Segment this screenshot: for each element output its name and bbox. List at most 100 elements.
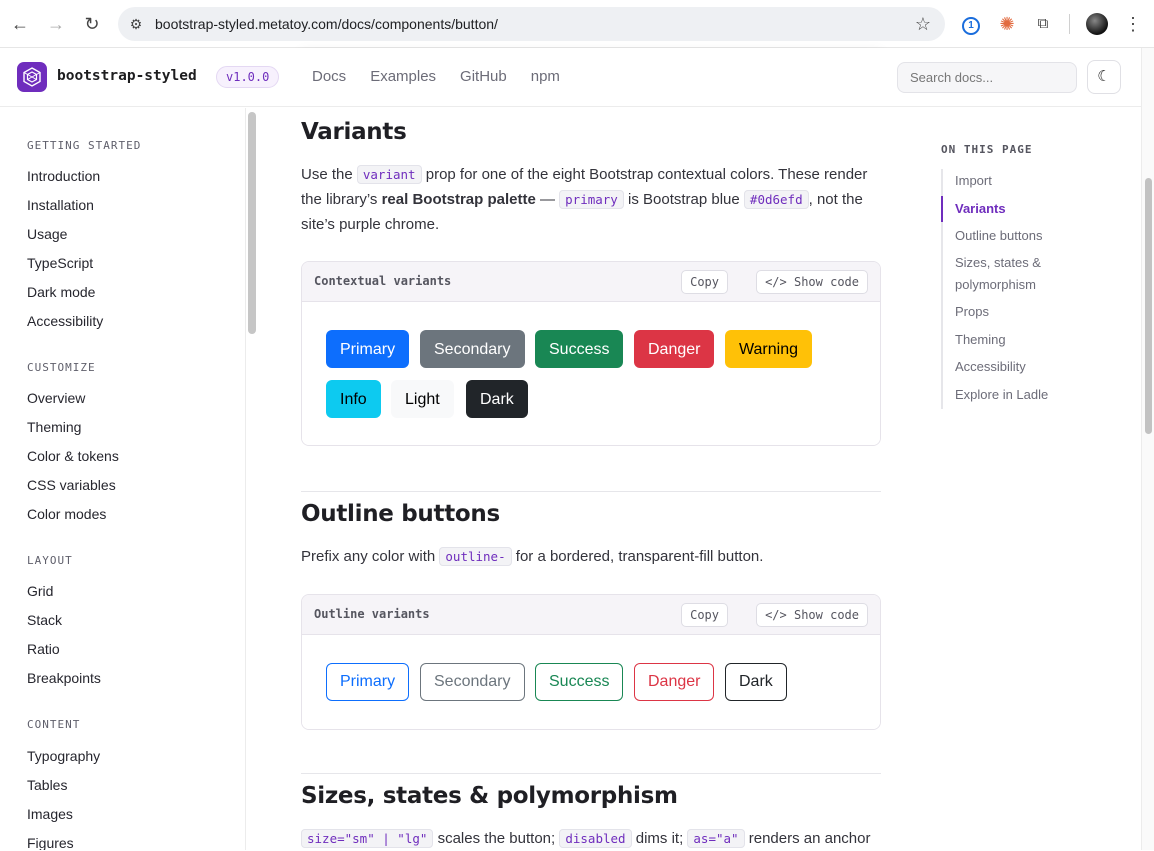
nav-npm[interactable]: npm: [531, 68, 560, 85]
toc-item-import[interactable]: Import: [955, 170, 992, 192]
toc-item-variants[interactable]: Variants: [955, 198, 1006, 220]
code-as: as="a": [687, 829, 745, 848]
copy-button[interactable]: Copy: [681, 603, 728, 627]
show-code-button[interactable]: </> Show code: [756, 603, 868, 627]
page-scrollbar[interactable]: [1141, 48, 1154, 850]
toc-item-props[interactable]: Props: [955, 301, 989, 323]
sidebar-item-typography[interactable]: Typography: [27, 748, 100, 764]
success-button[interactable]: Success: [535, 330, 624, 368]
info-button[interactable]: Info: [326, 380, 381, 418]
sidebar-item-installation[interactable]: Installation: [27, 197, 94, 213]
browser-toolbar: ← → ↻ ⚙ bootstrap-styled.metatoy.com/doc…: [0, 0, 1154, 48]
sidebar-item-breakpoints[interactable]: Breakpoints: [27, 670, 101, 686]
password-manager-icon[interactable]: 1: [960, 13, 982, 35]
nav-github[interactable]: GitHub: [460, 68, 507, 85]
section-heading-sizes: Sizes, states & polymorphism: [301, 783, 678, 809]
outline-variants-card: Outline variants Copy </> Show code Prim…: [301, 594, 881, 730]
reload-icon[interactable]: ↻: [80, 12, 104, 36]
outline-success-button[interactable]: Success: [535, 663, 624, 701]
code-hex: #0d6efd: [743, 190, 809, 209]
sidebar-item-introduction[interactable]: Introduction: [27, 168, 100, 184]
section-heading-outline: Outline buttons: [301, 501, 500, 527]
forward-icon[interactable]: →: [44, 12, 68, 36]
sidebar-group-title: LAYOUT: [27, 554, 73, 567]
sidebar-group-title: CONTENT: [27, 718, 81, 731]
sidebar-item-usage[interactable]: Usage: [27, 226, 67, 242]
sidebar-item-accessibility[interactable]: Accessibility: [27, 313, 103, 329]
top-nav: Docs Examples GitHub npm: [312, 68, 560, 85]
sidebar-item-typescript[interactable]: TypeScript: [27, 255, 93, 271]
sidebar-item-color-tokens[interactable]: Color & tokens: [27, 448, 119, 464]
code-size: size="sm" | "lg": [301, 829, 434, 848]
toc-item-theming[interactable]: Theming: [955, 329, 1006, 351]
address-bar[interactable]: ⚙ bootstrap-styled.metatoy.com/docs/comp…: [118, 7, 945, 41]
card-title: Contextual variants: [314, 274, 452, 288]
extensions-puzzle-icon[interactable]: ⧉: [1032, 13, 1054, 35]
sidebar-item-images[interactable]: Images: [27, 806, 73, 822]
bookmark-star-icon[interactable]: ☆: [915, 14, 931, 35]
contextual-variants-card: Contextual variants Copy </> Show code P…: [301, 261, 881, 446]
sidebar-item-grid[interactable]: Grid: [27, 583, 53, 599]
danger-button[interactable]: Danger: [634, 330, 715, 368]
code-disabled: disabled: [559, 829, 632, 848]
section-divider: [301, 491, 881, 492]
copy-button[interactable]: Copy: [681, 270, 728, 294]
brand-logo-icon[interactable]: [17, 62, 47, 92]
sidebar-item-dark-mode[interactable]: Dark mode: [27, 284, 95, 300]
extension-sparkle-icon[interactable]: ✺: [996, 13, 1018, 35]
outline-dark-button[interactable]: Dark: [725, 663, 787, 701]
nav-examples[interactable]: Examples: [370, 68, 436, 85]
version-badge: v1.0.0: [216, 66, 280, 88]
sizes-description: size="sm" | "lg" scales the button; disa…: [301, 826, 881, 851]
sidebar-group-title: GETTING STARTED: [27, 139, 142, 152]
sidebar-item-figures[interactable]: Figures: [27, 835, 74, 850]
sidebar-item-color-modes[interactable]: Color modes: [27, 506, 106, 522]
profile-avatar[interactable]: [1086, 13, 1108, 35]
section-divider: [301, 773, 881, 774]
outline-primary-button[interactable]: Primary: [326, 663, 410, 701]
toc-item-sizes[interactable]: Sizes, states &: [955, 252, 1041, 274]
outline-danger-button[interactable]: Danger: [634, 663, 715, 701]
light-button[interactable]: Light: [391, 380, 454, 418]
outline-description: Prefix any color with outline- for a bor…: [301, 547, 764, 566]
warning-button[interactable]: Warning: [725, 330, 812, 368]
search-placeholder: Search docs...: [910, 70, 994, 85]
card-preview: Primary Secondary Success Danger Dark: [302, 635, 880, 729]
code-outline: outline-: [439, 547, 512, 566]
sidebar-group-title: CUSTOMIZE: [27, 361, 96, 374]
toc-title: ON THIS PAGE: [941, 143, 1033, 156]
search-input[interactable]: Search docs...: [897, 62, 1077, 93]
sidebar-item-stack[interactable]: Stack: [27, 612, 62, 628]
sidebar-scrollbar[interactable]: [248, 112, 256, 334]
secondary-button[interactable]: Secondary: [420, 330, 525, 368]
nav-docs[interactable]: Docs: [312, 68, 346, 85]
toc-active-indicator: [941, 196, 943, 222]
sidebar-item-tables[interactable]: Tables: [27, 777, 67, 793]
primary-button[interactable]: Primary: [326, 330, 410, 368]
dark-button[interactable]: Dark: [466, 380, 528, 418]
card-header: Outline variants Copy </> Show code: [302, 595, 880, 635]
toc-item-sizes-cont[interactable]: polymorphism: [955, 274, 1036, 296]
toc-item-explore-ladle[interactable]: Explore in Ladle: [955, 384, 1048, 406]
dark-mode-toggle-moon-icon[interactable]: ☾: [1087, 60, 1121, 94]
page-scrollbar-thumb[interactable]: [1145, 178, 1152, 434]
browser-menu-icon[interactable]: ⋮: [1122, 13, 1144, 35]
card-title: Outline variants: [314, 607, 430, 621]
section-heading-variants: Variants: [301, 119, 407, 145]
code-variant: variant: [356, 165, 422, 184]
sidebar-item-css-variables[interactable]: CSS variables: [27, 477, 116, 493]
site-settings-icon[interactable]: ⚙: [127, 15, 145, 33]
toc-item-outline-buttons[interactable]: Outline buttons: [955, 225, 1042, 247]
show-code-button[interactable]: </> Show code: [756, 270, 868, 294]
sidebar-item-ratio[interactable]: Ratio: [27, 641, 60, 657]
brand-name[interactable]: bootstrap-styled: [57, 68, 197, 84]
code-primary: primary: [559, 190, 624, 209]
sidebar-item-theming[interactable]: Theming: [27, 419, 81, 435]
sidebar-item-overview[interactable]: Overview: [27, 390, 85, 406]
back-icon[interactable]: ←: [8, 12, 32, 36]
address-url[interactable]: bootstrap-styled.metatoy.com/docs/compon…: [155, 16, 498, 32]
outline-secondary-button[interactable]: Secondary: [420, 663, 525, 701]
toc-item-accessibility[interactable]: Accessibility: [955, 356, 1026, 378]
docs-sidebar: GETTING STARTED Introduction Installatio…: [0, 108, 246, 850]
site-header: bootstrap-styled v1.0.0 Docs Examples Gi…: [0, 48, 1141, 107]
